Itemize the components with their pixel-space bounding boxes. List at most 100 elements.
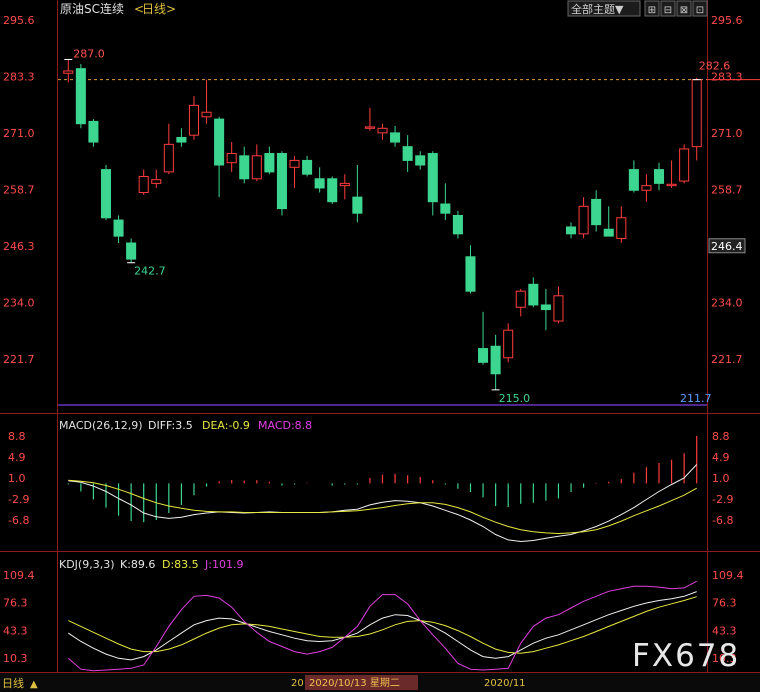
candle-body-35 bbox=[503, 329, 514, 359]
toolbar-button-icon-1: ⊟ bbox=[664, 5, 672, 16]
kdj-ytick-right-0: 109.4 bbox=[712, 569, 744, 582]
candle-body-43 bbox=[603, 228, 614, 237]
macd-dea-label: DEA:-0.9 bbox=[202, 419, 250, 432]
low-label-1: 242.7 bbox=[134, 265, 166, 278]
candle-body-30 bbox=[440, 203, 451, 214]
price-ytick-left-3: 258.7 bbox=[3, 183, 35, 196]
kdj-d-label: D:83.5 bbox=[162, 558, 199, 571]
price-ytick-left-6: 221.7 bbox=[3, 353, 35, 366]
candle-body-1 bbox=[75, 68, 86, 125]
candle-body-44 bbox=[616, 217, 627, 239]
candle-body-16 bbox=[264, 153, 275, 173]
kdj-j-label: J:101.9 bbox=[204, 558, 243, 571]
price-ytick-left-1: 283.3 bbox=[3, 70, 35, 83]
candle-body-26 bbox=[390, 132, 401, 143]
candle-body-24 bbox=[364, 126, 375, 129]
price-panel: 295.6 295.6283.3 283.3271.0 271.0258.7 258.7… bbox=[3, 14, 760, 406]
kdj-title: KDJ(9,3,3) bbox=[59, 558, 115, 571]
candle-body-19 bbox=[302, 159, 313, 175]
candle-body-22 bbox=[339, 182, 350, 187]
month-label: 2020/11 bbox=[484, 678, 526, 689]
candle-body-18 bbox=[289, 159, 300, 168]
candle-body-23 bbox=[352, 196, 363, 214]
candle-body-49 bbox=[679, 148, 690, 182]
candle-body-3 bbox=[100, 169, 112, 219]
macd-ytick-right-2: 1.0 bbox=[712, 472, 730, 485]
macd-ytick-right-1: 4.9 bbox=[712, 451, 730, 464]
candle-body-14 bbox=[239, 155, 250, 180]
price-ytick-right-3: 258.7 bbox=[711, 183, 743, 196]
kdj-ytick-right-2: 43.3 bbox=[712, 624, 737, 637]
candle-body-13 bbox=[226, 153, 237, 164]
candle-body-11 bbox=[201, 111, 212, 118]
candle-body-20 bbox=[314, 178, 325, 189]
cursor-date: 2020/10/13 星期二 bbox=[309, 677, 400, 689]
kdj-k-line bbox=[68, 591, 697, 661]
current-price-tag: 246.4 bbox=[711, 240, 743, 253]
price-ytick-left-4: 246.3 bbox=[3, 240, 35, 253]
candle-body-36 bbox=[515, 290, 526, 308]
price-ytick-left-5: 234.0 bbox=[3, 297, 35, 310]
candle-body-38 bbox=[540, 304, 551, 311]
kdj-j-line bbox=[67, 580, 697, 672]
macd-ytick-right-0: 8.8 bbox=[712, 430, 730, 443]
macd-ytick-left-2: 1.0 bbox=[8, 472, 26, 485]
candle-body-9 bbox=[176, 136, 187, 143]
macd-ytick-right-3: -2.9 bbox=[712, 493, 733, 506]
support-line-label: 211.7 bbox=[680, 392, 712, 405]
price-ytick-right-0: 295.6 bbox=[711, 14, 743, 27]
kdj-ytick-left-0: 109.4 bbox=[3, 569, 35, 582]
candle-body-15 bbox=[251, 155, 262, 180]
toolbar-button-icon-2: ⊠ bbox=[680, 5, 688, 16]
kdj-ytick-right-1: 76.3 bbox=[712, 597, 737, 610]
kdj-ytick-left-1: 76.3 bbox=[3, 597, 28, 610]
kdj-legend: KDJ(9,3,3) K:89.6 D:83.5 J:101.9 bbox=[59, 558, 243, 571]
low-label-2: 215.0 bbox=[499, 392, 531, 405]
candle-body-47 bbox=[653, 169, 665, 184]
frame bbox=[0, 0, 760, 673]
macd-panel: 8.8 8.8 4.9 4.9 1.0 1.0 -2.9 -2.9 -6.8 -6.8 bbox=[8, 430, 733, 543]
last-price-label: 282.6 bbox=[699, 60, 731, 73]
candle-body-5 bbox=[126, 242, 137, 260]
price-ytick-right-5: 234.0 bbox=[711, 297, 743, 310]
toolbar-button-icon-0: ⊞ bbox=[648, 5, 656, 16]
candle-body-46 bbox=[641, 185, 652, 191]
macd-ytick-right-4: -6.8 bbox=[712, 514, 733, 527]
macd-legend: MACD(26,12,9) DIFF:3.5 DEA:-0.9 MACD:8.8 bbox=[59, 419, 312, 432]
macd-diff-label: DIFF:3.5 bbox=[148, 419, 193, 432]
macd-ytick-left-3: -2.9 bbox=[8, 493, 29, 506]
candle-body-10 bbox=[188, 104, 199, 136]
candle-body-31 bbox=[452, 214, 463, 235]
macd-ytick-left-1: 4.9 bbox=[8, 451, 26, 464]
period-close[interactable]: > bbox=[166, 2, 176, 16]
view-select-label: 全部主题▼ bbox=[571, 2, 624, 16]
candle-body-6 bbox=[138, 175, 149, 194]
candle-body-17 bbox=[276, 153, 287, 210]
kdj-ytick-left-3: 10.3 bbox=[3, 652, 28, 665]
candle-body-45 bbox=[628, 169, 639, 191]
candle-body-48 bbox=[666, 183, 677, 187]
macd-ytick-left-4: -6.8 bbox=[8, 514, 29, 527]
kdj-d-line bbox=[68, 596, 697, 654]
macd-dea-line bbox=[68, 479, 697, 535]
period-label[interactable]: 日线 bbox=[142, 2, 166, 16]
kdj-k-label: K:89.6 bbox=[120, 558, 155, 571]
footer-date-fragment: 20 bbox=[291, 678, 304, 689]
candle-body-12 bbox=[214, 118, 225, 166]
instrument-title: 原油SC连续 bbox=[60, 1, 124, 16]
candle-body-4 bbox=[113, 219, 124, 237]
candle-body-29 bbox=[427, 153, 438, 203]
watermark-logo: FX678 bbox=[632, 638, 741, 674]
candle-body-21 bbox=[327, 178, 338, 203]
candle-body-8 bbox=[163, 143, 174, 173]
candle-body-32 bbox=[465, 256, 476, 292]
macd-title: MACD(26,12,9) bbox=[59, 419, 143, 432]
candle-body-28 bbox=[415, 155, 426, 166]
footer-arrow-icon[interactable]: ▲ bbox=[30, 679, 38, 690]
price-ytick-right-2: 271.0 bbox=[711, 127, 743, 140]
chart-canvas[interactable]: 原油SC连续 < 日线 > 全部主题▼ ⊞ ⊟ ⊠ ⊡ MACD(26,12,9) D… bbox=[0, 0, 760, 692]
candle-body-42 bbox=[591, 198, 602, 226]
high-label: 287.0 bbox=[73, 47, 105, 60]
footer-period[interactable]: 日线 bbox=[2, 676, 24, 690]
candle-body-27 bbox=[402, 146, 413, 161]
